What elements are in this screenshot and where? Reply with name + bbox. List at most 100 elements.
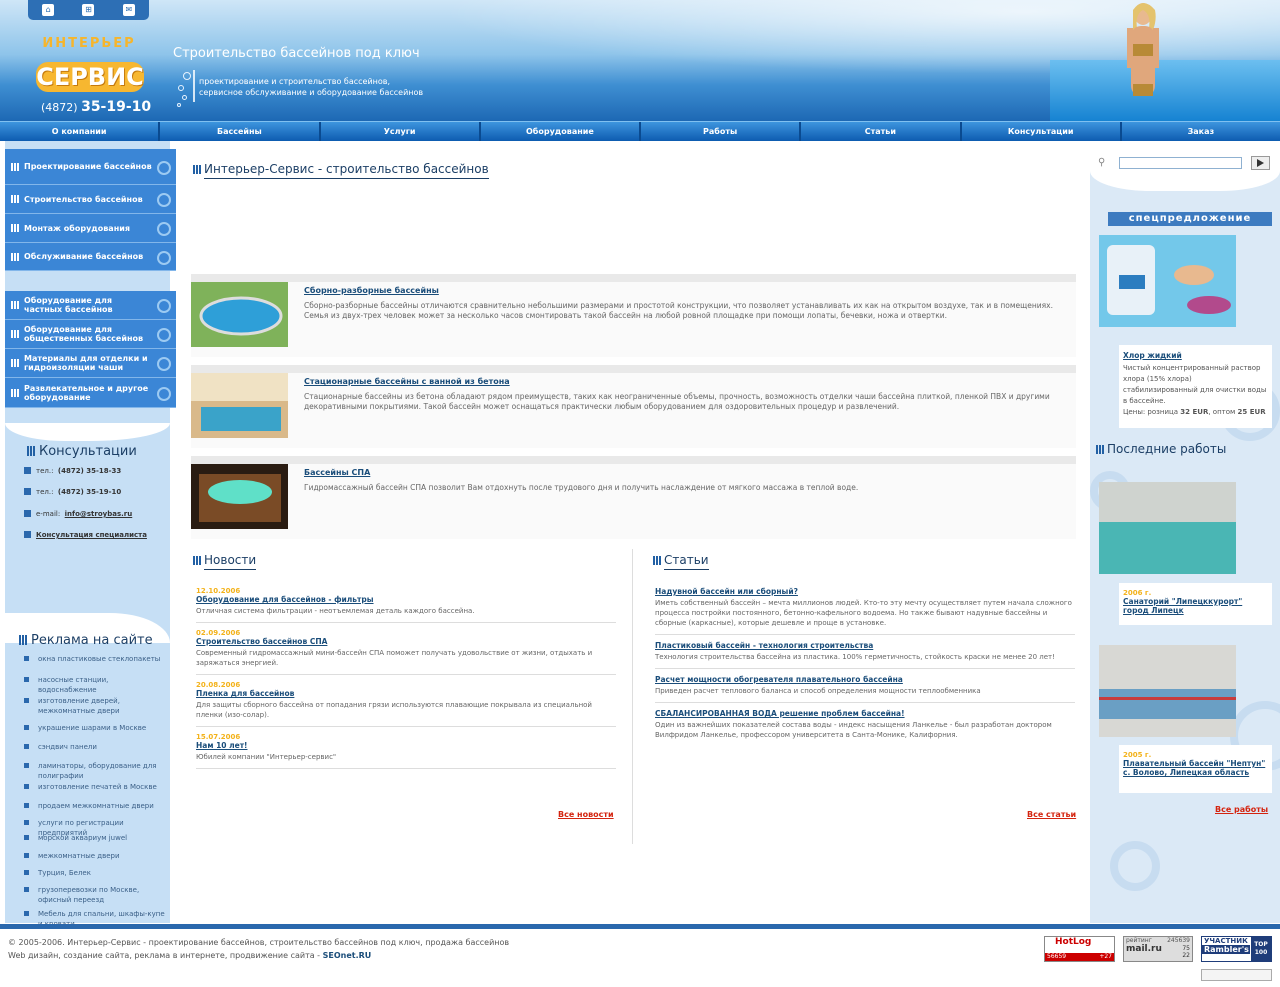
menu-design[interactable]: Проектирование бассейнов — [5, 149, 176, 185]
nav-about[interactable]: О компании — [0, 122, 161, 141]
ad-link[interactable]: межкомнатные двери — [20, 851, 168, 868]
email-link[interactable]: info@stroybas.ru — [65, 510, 133, 518]
seonet-link[interactable]: SEOnet.RU — [323, 951, 372, 960]
nav-services[interactable]: Услуги — [321, 122, 481, 141]
ad-link[interactable]: грузоперевозки по Москве, офисный переез… — [20, 885, 168, 909]
news-item: 15.07.2006 Нам 10 лет! Юбилей компании "Ин… — [196, 727, 616, 769]
special-offer-box: Хлор жидкий Чистый концентрированный рас… — [1119, 345, 1272, 428]
special-offer-link[interactable]: Хлор жидкий — [1123, 351, 1268, 360]
articles-title: Статьи — [653, 553, 709, 570]
mail-icon[interactable]: ✉ — [122, 4, 135, 16]
product-title[interactable]: Бассейны СПА — [304, 468, 370, 477]
article-link[interactable]: Пластиковый бассейн - технология строите… — [655, 641, 1075, 650]
home-icon[interactable]: ⌂ — [42, 4, 55, 16]
special-offer-image[interactable] — [1099, 235, 1236, 327]
menu-maintenance[interactable]: Обслуживание бассейнов — [5, 243, 176, 271]
ad-link[interactable]: насосные станции, водоснабжение — [20, 675, 168, 696]
ad-link[interactable]: украшение шарами в Москве — [20, 723, 168, 742]
all-news-link[interactable]: Все новости — [558, 810, 614, 819]
nav-consult[interactable]: Консультации — [962, 122, 1122, 141]
news-link[interactable]: Нам 10 лет! — [196, 741, 616, 750]
product-title[interactable]: Сборно-разборные бассейны — [304, 286, 439, 295]
slogan: Строительство бассейнов под ключ — [173, 46, 420, 61]
ad-link[interactable]: окна пластиковые стеклопакеты — [20, 654, 168, 675]
ad-link[interactable]: продаем межкомнатные двери — [20, 801, 168, 818]
product-image[interactable] — [191, 464, 288, 529]
ad-link[interactable]: Турция, Белек — [20, 868, 168, 885]
specialist-link[interactable]: Консультация специалиста — [36, 531, 147, 539]
search-button[interactable] — [1251, 156, 1270, 170]
article-item: Пластиковый бассейн - технология строите… — [655, 635, 1075, 669]
left-sidebar: Проектирование бассейнов Строительство б… — [0, 141, 178, 928]
nav-works[interactable]: Работы — [641, 122, 802, 141]
work-link[interactable]: Плавательный бассейн "Нептун" с. Волово,… — [1123, 759, 1268, 777]
product-image[interactable] — [191, 373, 288, 438]
product-card: Бассейны СПА Гидромассажный бассейн СПА … — [191, 456, 1076, 539]
menu-installation[interactable]: Монтаж оборудования — [5, 214, 176, 243]
footer: © 2005-2006. Интерьер-Сервис - проектиро… — [8, 938, 510, 960]
consult-title: Консультации — [27, 444, 137, 459]
article-link[interactable]: СБАЛАНСИРОВАННАЯ ВОДА решение проблем ба… — [655, 709, 1075, 718]
article-item: СБАЛАНСИРОВАННАЯ ВОДА решение проблем ба… — [655, 703, 1075, 746]
article-link[interactable]: Надувной бассейн или сборный? — [655, 587, 1075, 596]
all-articles-link[interactable]: Все статьи — [1027, 810, 1076, 819]
articles-list: Надувной бассейн или сборный? Иметь собст… — [655, 581, 1075, 746]
news-link[interactable]: Пленка для бассейнов — [196, 689, 616, 698]
menu-public-equipment[interactable]: Оборудование для общественных бассейнов — [5, 320, 176, 349]
work-image[interactable] — [1099, 645, 1236, 737]
consult-tel2: тел.: (4872) 35-19-10 — [24, 488, 121, 496]
work-link[interactable]: Санаторий "Липецккурорт" город Липецк — [1123, 597, 1268, 615]
search-input[interactable] — [1119, 157, 1242, 169]
product-image[interactable] — [191, 282, 288, 347]
hotlog-counter[interactable]: HotLog 56659 +27 — [1044, 936, 1115, 962]
ad-link[interactable]: изготовление печатей в Москве — [20, 782, 168, 801]
menu-construction[interactable]: Строительство бассейнов — [5, 185, 176, 214]
menu-materials[interactable]: Материалы для отделки и гидроизоляции ча… — [5, 349, 176, 378]
page-title: Интерьер-Сервис - строительство бассейно… — [193, 162, 489, 179]
product-text: Стационарные бассейны из бетона обладают… — [304, 392, 1050, 411]
consultations-box: Консультации тел.: (4872) 35-18-33 тел.:… — [5, 423, 170, 613]
work-item: 2005 г. Плавательный бассейн "Нептун" с.… — [1119, 745, 1272, 793]
ad-link[interactable]: ламинаторы, оборудование для полиграфии — [20, 761, 168, 782]
ads-title: Реклама на сайте — [19, 633, 153, 648]
search-icon: ⚲ — [1098, 157, 1106, 168]
works-title: Последние работы — [1096, 442, 1226, 456]
menu-private-equipment[interactable]: Оборудование для частных бассейнов — [5, 291, 176, 320]
article-link[interactable]: Расчет мощности обогревателя плавательно… — [655, 675, 1075, 684]
news-list: 12.10.2006 Оборудование для бассейнов - ф… — [196, 581, 616, 769]
mailru-counter[interactable]: рейтинг 245639 mail.ru 75 22 — [1123, 936, 1193, 962]
product-text: Гидромассажный бассейн СПА позволит Вам … — [304, 483, 859, 492]
product-card: Сборно-разборные бассейны Сборно-разборн… — [191, 274, 1076, 357]
news-title: Новости — [193, 553, 257, 570]
nav-pools[interactable]: Бассейны — [160, 122, 321, 141]
product-title[interactable]: Стационарные бассейны с ванной из бетона — [304, 377, 510, 386]
logo[interactable]: ИНТЕРЬЕР СЕРВИС (4872) 35-19-10 — [33, 36, 151, 116]
ad-link[interactable]: морской аквариум juwel — [20, 833, 168, 851]
ad-link[interactable]: изготовление дверей, межкомнатные двери — [20, 696, 168, 723]
main-nav: О компании Бассейны Услуги Оборудование … — [0, 121, 1280, 141]
nav-equipment[interactable]: Оборудование — [481, 122, 641, 141]
product-text: Сборно-разборные бассейны отличаются сра… — [304, 301, 1053, 320]
sitemap-icon[interactable]: ⊞ — [82, 4, 95, 16]
news-item: 02.09.2006 Строительство бассейнов СПА Сов… — [196, 623, 616, 675]
main-content: Интерьер-Сервис - строительство бассейно… — [170, 141, 1090, 923]
nav-order[interactable]: Заказ — [1122, 122, 1280, 141]
ad-link[interactable]: сэндвич панели — [20, 742, 168, 761]
all-works-link[interactable]: Все работы — [1215, 805, 1268, 814]
ad-link[interactable]: услуги по регистрации предприятий — [20, 818, 168, 837]
header: ⌂ ⊞ ✉ ИНТЕРЬЕР СЕРВИС (4872) 35-19-10 Ст… — [0, 0, 1280, 121]
menu-entertainment[interactable]: Развлекательное и другое оборудование — [5, 378, 176, 408]
counter-badge[interactable] — [1201, 969, 1272, 981]
work-item: 2006 г. Санаторий "Липецккурорт" город Л… — [1119, 583, 1272, 625]
nav-articles[interactable]: Статьи — [801, 122, 962, 141]
news-item: 12.10.2006 Оборудование для бассейнов - ф… — [196, 581, 616, 623]
news-link[interactable]: Строительство бассейнов СПА — [196, 637, 616, 646]
work-image[interactable] — [1099, 482, 1236, 574]
top-icons: ⌂ ⊞ ✉ — [28, 0, 149, 20]
logo-main-text: СЕРВИС — [36, 62, 144, 92]
logo-phone: (4872) 35-19-10 — [41, 99, 152, 115]
product-card: Стационарные бассейны с ванной из бетона… — [191, 365, 1076, 448]
news-link[interactable]: Оборудование для бассейнов - фильтры — [196, 595, 616, 604]
rambler-counter[interactable]: УЧАСТНИК Rambler's TOP 100 — [1201, 936, 1272, 962]
equipment-menu: Оборудование для частных бассейнов Обору… — [5, 291, 176, 408]
